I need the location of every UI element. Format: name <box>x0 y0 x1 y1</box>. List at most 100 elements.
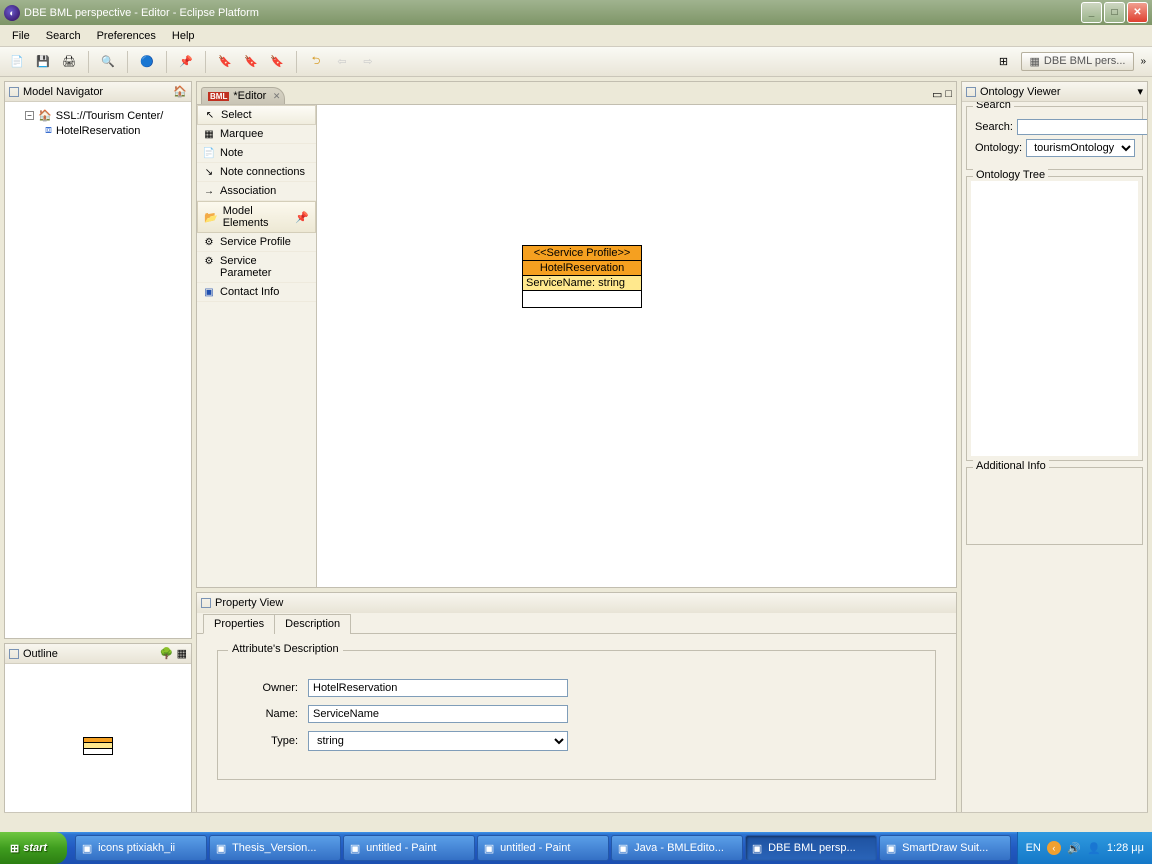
menubar: File Search Preferences Help <box>0 25 1152 47</box>
palette-note[interactable]: 📄Note <box>197 144 316 163</box>
additional-info-group: Additional Info <box>966 467 1143 545</box>
back-button[interactable]: ⮌ <box>305 51 327 73</box>
tree-root[interactable]: − 🏠 SSL://Tourism Center/ <box>11 108 185 123</box>
palette-service-parameter[interactable]: ⚙ServiceParameter <box>197 252 316 283</box>
taskbar-task[interactable]: ▣untitled - Paint <box>343 835 475 861</box>
start-button[interactable]: ⊞ start <box>0 832 67 864</box>
search-button[interactable]: 🔍 <box>97 51 119 73</box>
palette-association[interactable]: →Association <box>197 182 316 201</box>
editor-minimize-icon[interactable]: ▭ <box>932 88 942 101</box>
palette-select[interactable]: ↖Select <box>197 105 316 125</box>
taskbar-task[interactable]: ▣DBE BML persp... <box>745 835 877 861</box>
tray-back-icon[interactable]: ‹ <box>1047 841 1061 855</box>
close-tab-icon[interactable]: ✕ <box>273 91 281 102</box>
menu-help[interactable]: Help <box>164 28 203 44</box>
uml-operations <box>523 291 641 307</box>
uml-attribute[interactable]: ServiceName: string <box>523 276 641 291</box>
windows-logo-icon: ⊞ <box>10 842 19 855</box>
tray-clock[interactable]: 1:28 μμ <box>1107 842 1144 854</box>
model-navigator-view: Model Navigator 🏠 − 🏠 SSL://Tourism Cent… <box>4 81 192 639</box>
menu-search[interactable]: Search <box>38 28 89 44</box>
tab-description[interactable]: Description <box>274 614 351 634</box>
print-button[interactable]: 🖨 <box>58 51 80 73</box>
outline-tree-icon[interactable]: 🌳 <box>160 647 174 660</box>
window-titlebar: ◐ DBE BML perspective - Editor - Eclipse… <box>0 0 1152 25</box>
attribute-description-group: Attribute's Description Owner: Name: Typ… <box>217 650 936 780</box>
uml-name: HotelReservation <box>523 261 641 276</box>
tray-user-icon[interactable]: 👤 <box>1087 841 1101 855</box>
menu-file[interactable]: File <box>4 28 38 44</box>
view-icon <box>9 649 19 659</box>
view-menu-icon[interactable]: ▾ <box>1137 85 1143 98</box>
type-select[interactable]: string <box>308 731 568 751</box>
tab-properties[interactable]: Properties <box>203 614 275 634</box>
tray-volume-icon[interactable]: 🔊 <box>1067 841 1081 855</box>
pin-icon[interactable]: 📌 <box>175 51 197 73</box>
palette-contact-info[interactable]: ▣Contact Info <box>197 283 316 302</box>
ontology-search-input[interactable] <box>1017 119 1147 135</box>
name-label: Name: <box>248 708 298 720</box>
palette: ↖Select ▦Marquee 📄Note ↘Note connections… <box>197 105 317 587</box>
ontology-tree[interactable] <box>971 181 1138 456</box>
taskbar-task[interactable]: ▣Thesis_Version... <box>209 835 341 861</box>
bookmark2-icon[interactable]: 🔖 <box>240 51 262 73</box>
view-icon <box>9 87 19 97</box>
search-group: Search Search: Go Ontology: tourismOntol… <box>966 106 1143 170</box>
cursor-icon: ↖ <box>204 109 216 121</box>
palette-model-elements-header[interactable]: 📂Model Elements📌 <box>197 201 316 233</box>
palette-service-profile[interactable]: ⚙Service Profile <box>197 233 316 252</box>
collapse-icon[interactable]: − <box>25 111 34 120</box>
toolbar-overflow-icon[interactable]: » <box>1140 56 1146 67</box>
view-icon <box>966 87 976 97</box>
property-view: Property View Properties Description Att… <box>196 592 957 828</box>
palette-note-connections[interactable]: ↘Note connections <box>197 163 316 182</box>
close-button[interactable]: ✕ <box>1127 2 1148 23</box>
taskbar-task[interactable]: ▣untitled - Paint <box>477 835 609 861</box>
tree-child[interactable]: ⧈ HotelReservation <box>11 123 185 138</box>
tray-lang[interactable]: EN <box>1026 842 1041 854</box>
bookmark3-icon[interactable]: 🔖 <box>266 51 288 73</box>
minimize-button[interactable]: _ <box>1081 2 1102 23</box>
system-tray[interactable]: EN ‹ 🔊 👤 1:28 μμ <box>1017 832 1152 864</box>
editor-maximize-icon[interactable]: □ <box>945 88 952 101</box>
outline-view: Outline 🌳 ▦ <box>4 643 192 828</box>
save-button[interactable]: 💾 <box>32 51 54 73</box>
perspective-icon: ▦ <box>1030 55 1040 68</box>
type-label: Type: <box>248 735 298 747</box>
maximize-button[interactable]: □ <box>1104 2 1125 23</box>
gear-icon: ⚙ <box>203 236 215 248</box>
open-perspective-button[interactable]: ⊞ <box>993 50 1015 72</box>
name-input[interactable] <box>308 705 568 723</box>
nav-back-icon[interactable]: ⇦ <box>331 51 353 73</box>
perspective-dbe-bml[interactable]: ▦ DBE BML pers... <box>1021 52 1135 71</box>
eclipse-icon: ◐ <box>4 5 20 21</box>
menu-preferences[interactable]: Preferences <box>89 28 164 44</box>
ontology-select[interactable]: tourismOntology <box>1026 139 1135 157</box>
new-button[interactable]: 📄 <box>6 51 28 73</box>
outline-overview-icon[interactable]: ▦ <box>177 647 187 660</box>
pin-icon[interactable]: 📌 <box>295 211 309 224</box>
editor-tab[interactable]: BML *Editor ✕ <box>201 87 285 104</box>
ontology-viewer: Ontology Viewer ▾ Search Search: Go Onto… <box>961 81 1148 828</box>
contact-icon: ▣ <box>203 286 215 298</box>
taskbar-task[interactable]: ▣icons ptixiakh_ii <box>75 835 207 861</box>
editor-area: BML *Editor ✕ ▭ □ ↖Select ▦Marquee 📄Note… <box>196 81 957 588</box>
editor-canvas[interactable]: <<Service Profile>> HotelReservation Ser… <box>317 105 956 587</box>
arrow-icon: → <box>203 185 215 197</box>
taskbar-task[interactable]: ▣Java - BMLEdito... <box>611 835 743 861</box>
nav-fwd-icon[interactable]: ⇨ <box>357 51 379 73</box>
run-button[interactable]: 🔵 <box>136 51 158 73</box>
home-icon[interactable]: 🏠 <box>173 85 187 98</box>
bml-badge: BML <box>208 92 229 101</box>
gear-icon: ⚙ <box>203 255 215 267</box>
outline-thumbnail[interactable] <box>83 737 113 755</box>
uml-class-box[interactable]: <<Service Profile>> HotelReservation Ser… <box>522 245 642 308</box>
task-icon: ▣ <box>750 841 764 855</box>
palette-marquee[interactable]: ▦Marquee <box>197 125 316 144</box>
task-icon: ▣ <box>616 841 630 855</box>
ontology-tree-group: Ontology Tree <box>966 176 1143 461</box>
taskbar-task[interactable]: ▣SmartDraw Suit... <box>879 835 1011 861</box>
bookmark-icon[interactable]: 🔖 <box>214 51 236 73</box>
owner-input[interactable] <box>308 679 568 697</box>
search-label: Search: <box>975 121 1013 133</box>
